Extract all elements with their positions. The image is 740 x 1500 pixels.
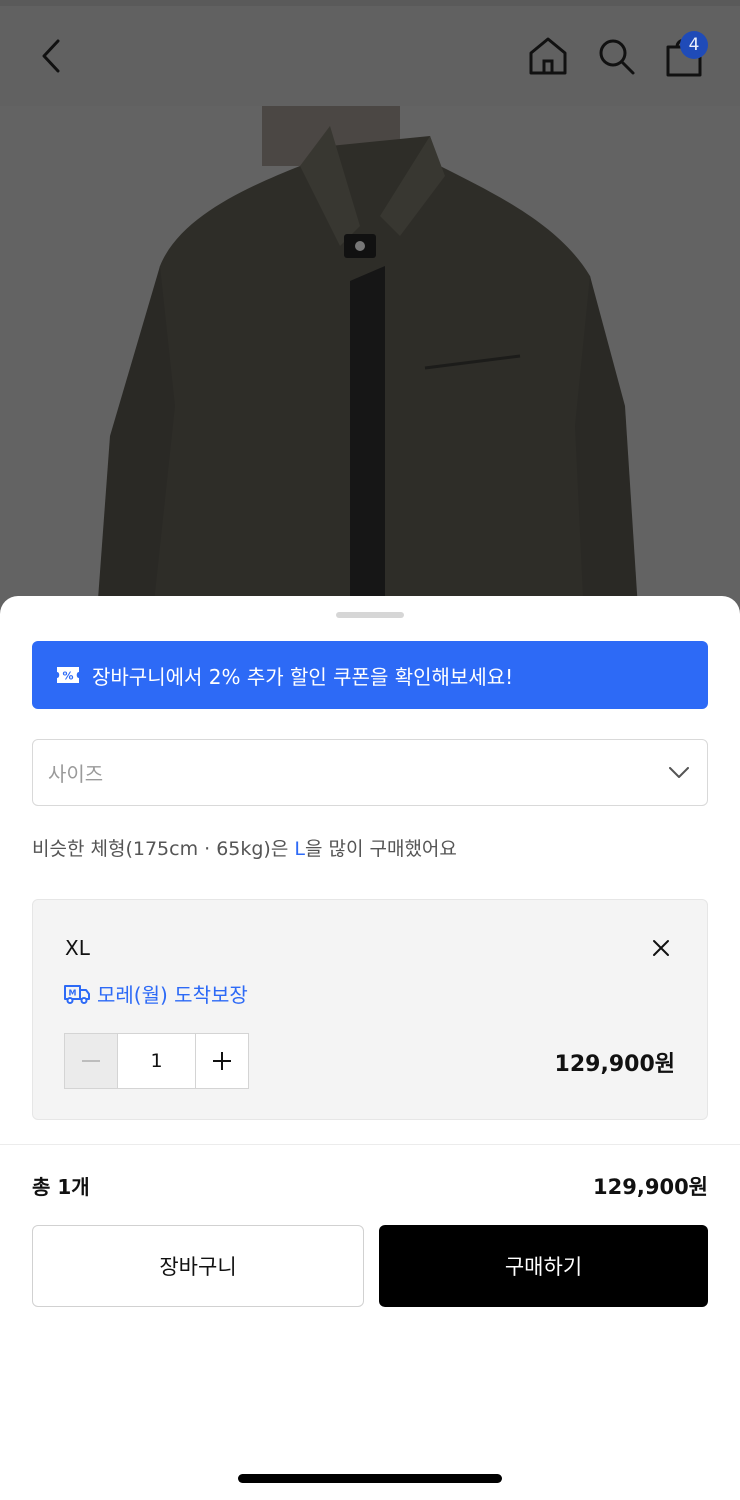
size-recommendation: 비슷한 체형(175cm · 65kg)은 L을 많이 구매했어요 [32,834,457,861]
recommend-prefix: 비슷한 체형(175cm · 65kg)은 [32,838,295,860]
home-icon [529,37,567,75]
option-name: XL [65,936,90,960]
coupon-promo-banner[interactable]: % 장바구니에서 2% 추가 할인 쿠폰을 확인해보세요! [32,641,708,709]
minus-icon [82,1060,100,1062]
buy-now-button[interactable]: 구매하기 [379,1225,708,1307]
size-select[interactable]: 사이즈 [32,739,708,806]
search-icon [599,39,635,75]
increase-quantity-button[interactable] [195,1034,248,1088]
product-image [0,106,740,640]
svg-text:%: % [62,670,73,683]
delivery-truck-icon: M [64,984,90,1004]
search-button[interactable] [586,6,646,106]
chevron-down-icon [669,766,689,779]
svg-text:M: M [69,988,77,997]
dimmed-product-page[interactable]: 4 [0,0,740,640]
close-icon [653,940,669,956]
delivery-guarantee: M 모레(월) 도착보장 [63,979,248,1008]
size-select-placeholder: 사이즈 [48,762,104,786]
jacket-photo-illustration [0,106,740,640]
recommend-suffix: 을 많이 구매했어요 [304,838,457,860]
remove-option-button[interactable] [643,930,679,966]
total-count: 총 1개 [32,1175,90,1199]
chevron-left-icon [42,39,60,73]
decrease-quantity-button[interactable] [65,1034,117,1088]
quantity-value[interactable]: 1 [117,1034,195,1088]
home-button[interactable] [518,6,578,106]
quantity-stepper: 1 [64,1033,249,1089]
promo-text: 장바구니에서 2% 추가 할인 쿠폰을 확인해보세요! [92,664,514,689]
option-price: 129,900원 [554,1052,675,1077]
recommend-size: L [294,838,305,860]
total-price: 129,900원 [593,1175,708,1199]
cart-count-badge: 4 [680,31,708,59]
delivery-text: 모레(월) 도착보장 [97,983,248,1007]
top-nav [0,6,740,106]
sheet-drag-handle[interactable] [336,612,404,618]
cart-button[interactable] [654,6,714,106]
home-indicator[interactable] [238,1474,502,1483]
add-to-cart-button[interactable]: 장바구니 [32,1225,364,1307]
selected-option-card: XL M 모레(월) 도착보장 1 129,900원 [32,899,708,1120]
option-bottom-sheet: % 장바구니에서 2% 추가 할인 쿠폰을 확인해보세요! 사이즈 비슷한 체형… [0,596,740,1500]
plus-icon [213,1052,231,1070]
back-button[interactable] [22,6,82,106]
coupon-icon: % [56,665,80,685]
divider [0,1144,740,1145]
